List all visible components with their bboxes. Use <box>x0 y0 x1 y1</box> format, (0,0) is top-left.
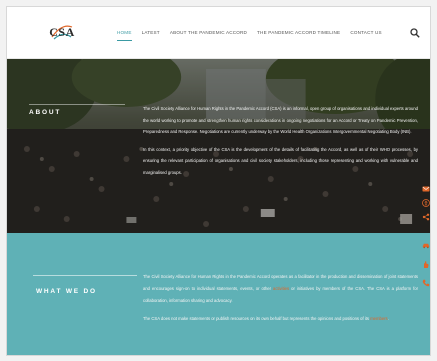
about-body: The Civil Society Alliance for Human Rig… <box>143 103 418 184</box>
what-we-do-paragraph: The Civil Society Alliance for Human Rig… <box>143 271 418 307</box>
csa-logo[interactable]: CSA <box>49 21 75 43</box>
about-paragraph: In this context, a priority objective of… <box>143 146 418 175</box>
about-divider <box>29 104 125 105</box>
phone-icon[interactable] <box>422 279 430 287</box>
nav-latest[interactable]: LATEST <box>142 29 160 41</box>
nav-contact[interactable]: CONTACT US <box>350 29 381 41</box>
what-we-do-body: The Civil Society Alliance for Human Rig… <box>143 271 418 331</box>
what-we-do-section: WHAT WE DO The Civil Society Alliance fo… <box>7 233 430 355</box>
nav-accord-timeline[interactable]: THE PANDEMIC ACCORD TIMELINE <box>257 29 340 41</box>
hand-icon[interactable] <box>422 261 430 269</box>
car-icon[interactable] <box>422 241 430 249</box>
about-section: ABOUT The Civil Society Alliance for Hum… <box>7 59 430 233</box>
mail-icon[interactable] <box>422 185 430 193</box>
share-icon[interactable] <box>422 213 430 221</box>
paragraph-text: The CSA does not make statements or publ… <box>143 316 371 321</box>
search-icon[interactable] <box>410 28 420 38</box>
browser-page: CSA HOME LATEST ABOUT THE PANDEMIC ACCOR… <box>6 6 431 356</box>
logo-text: CSA <box>49 25 75 39</box>
what-we-do-divider <box>33 275 137 276</box>
what-we-do-paragraph: The CSA does not make statements or publ… <box>143 313 418 325</box>
nav-about-accord[interactable]: ABOUT THE PANDEMIC ACCORD <box>170 29 247 41</box>
about-heading: ABOUT <box>29 109 62 116</box>
what-we-do-heading: WHAT WE DO <box>36 288 97 295</box>
main-nav: HOME LATEST ABOUT THE PANDEMIC ACCORD TH… <box>117 29 382 41</box>
paragraph-text: . <box>387 316 389 321</box>
members-link[interactable]: members <box>370 316 387 321</box>
nav-home[interactable]: HOME <box>117 29 132 41</box>
activities-link[interactable]: activities <box>273 286 289 291</box>
about-paragraph: The Civil Society Alliance for Human Rig… <box>143 106 418 134</box>
site-header: CSA HOME LATEST ABOUT THE PANDEMIC ACCOR… <box>7 7 430 59</box>
accessibility-icon[interactable] <box>422 199 430 207</box>
